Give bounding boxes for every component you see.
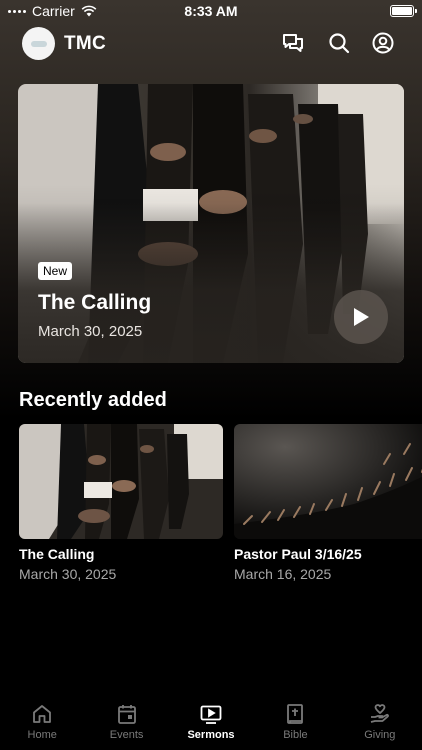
sermon-card-date: March 16, 2025 — [234, 566, 332, 582]
featured-sermon-date: March 30, 2025 — [38, 323, 143, 340]
sermon-card-date: March 30, 2025 — [19, 566, 117, 582]
tab-label: Home — [27, 729, 57, 741]
app-title: TMC — [64, 33, 107, 54]
bible-icon — [287, 704, 304, 724]
play-icon — [354, 308, 369, 326]
featured-sermon-card[interactable]: New The Calling March 30, 2025 — [18, 84, 404, 363]
play-button[interactable] — [334, 290, 388, 344]
featured-sermon-title: The Calling — [38, 291, 152, 314]
tab-giving[interactable]: Giving — [338, 698, 422, 750]
sermon-thumbnail — [234, 424, 422, 539]
search-icon[interactable] — [327, 31, 351, 55]
new-badge: New — [38, 262, 73, 280]
app-header: TMC — [0, 25, 422, 61]
tab-home[interactable]: Home — [0, 698, 84, 750]
tab-events[interactable]: Events — [84, 698, 168, 750]
video-icon — [200, 705, 222, 724]
status-time: 8:33 AM — [184, 3, 238, 19]
tab-label: Sermons — [187, 729, 235, 741]
tab-label: Giving — [364, 729, 396, 741]
sermon-thumbnail — [19, 424, 223, 539]
calendar-icon — [117, 705, 136, 724]
church-logo[interactable] — [22, 27, 55, 60]
giving-icon — [370, 704, 389, 723]
tab-sermons[interactable]: Sermons — [169, 698, 253, 750]
account-icon[interactable] — [371, 31, 395, 55]
tab-bar: Home Events Sermons Bible Giving — [0, 698, 422, 750]
battery-icon — [390, 5, 417, 17]
recently-added-heading: Recently added — [19, 389, 167, 411]
chat-icon[interactable] — [281, 31, 305, 55]
status-bar: Carrier 8:33 AM — [0, 0, 422, 22]
tab-label: Bible — [283, 729, 308, 741]
tab-label: Events — [109, 729, 144, 741]
sermon-card-title: Pastor Paul 3/16/25 — [234, 546, 362, 562]
sermon-card[interactable]: Pastor Paul 3/16/25 March 16, 2025 — [234, 424, 422, 582]
home-icon — [33, 705, 52, 723]
tab-bible[interactable]: Bible — [253, 698, 337, 750]
sermon-card[interactable]: The Calling March 30, 2025 — [19, 424, 223, 582]
sermon-card-title: The Calling — [19, 546, 95, 562]
